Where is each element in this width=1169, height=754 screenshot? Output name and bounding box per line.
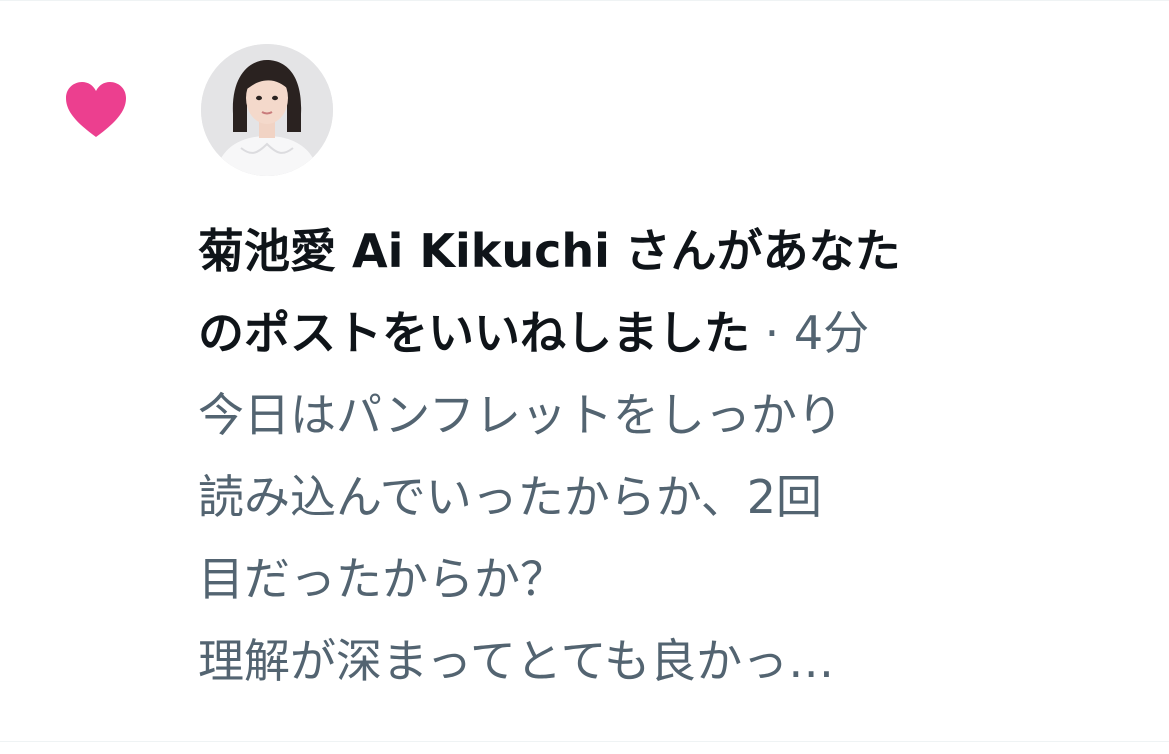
avatar[interactable] <box>201 44 333 176</box>
post-excerpt[interactable]: 今日はパンフレットをしっかり 読み込んでいったからか、2回 目だったからか？ 理… <box>198 374 1148 702</box>
excerpt-line: 目だったからか？ <box>198 552 566 606</box>
notification-headline: 菊池愛 Ai Kikuchi さんがあなた のポストをいいねしました · 4分 <box>198 210 1148 374</box>
separator-dot: · <box>764 306 780 360</box>
user-name[interactable]: 菊池愛 Ai Kikuchi <box>198 224 610 278</box>
like-notification[interactable]: 菊池愛 Ai Kikuchi さんがあなた のポストをいいねしました · 4分 … <box>0 0 1169 754</box>
excerpt-line: 読み込んでいったからか、2回 <box>198 470 823 524</box>
bottom-divider <box>0 741 1169 742</box>
action-text-line2: のポストをいいねしました <box>198 306 750 360</box>
avatar-image <box>201 44 333 176</box>
excerpt-line: 今日はパンフレットをしっかり <box>198 388 843 442</box>
heart-icon <box>66 82 126 137</box>
notification-content: 菊池愛 Ai Kikuchi さんがあなた のポストをいいねしました · 4分 … <box>198 210 1148 702</box>
excerpt-line: 理解が深まってとても良かっ… <box>198 634 835 688</box>
timestamp: 4分 <box>793 306 870 360</box>
action-text-line1: さんがあなた <box>624 224 901 278</box>
